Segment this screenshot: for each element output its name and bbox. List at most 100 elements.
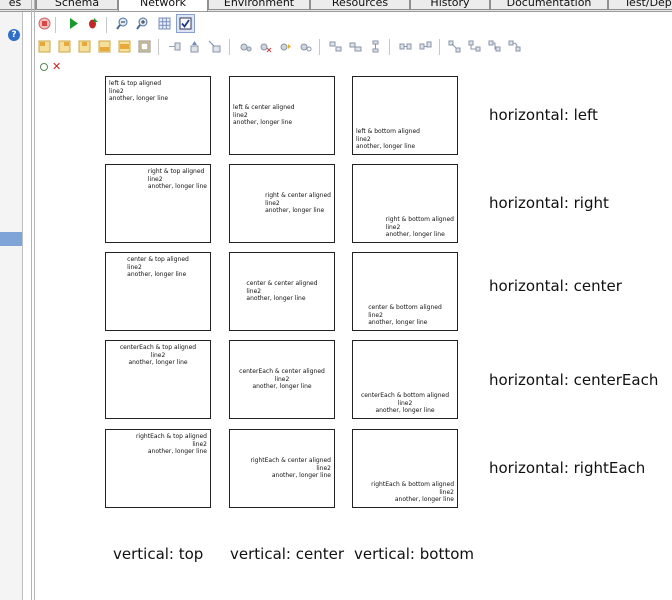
stack-vertical-icon[interactable] bbox=[349, 40, 362, 53]
move-down-icon[interactable] bbox=[208, 40, 221, 53]
text-box-right-bottom[interactable]: right & bottom aligned line2 another, long… bbox=[352, 164, 458, 243]
tab-documentation[interactable]: Documentation bbox=[490, 0, 608, 10]
text-box-centerEach-top[interactable]: centerEach & top aligned line2 another, lo… bbox=[105, 340, 211, 419]
text-line: line2 bbox=[316, 464, 331, 472]
text-block: left & center aligned line2 another, longe… bbox=[233, 104, 295, 127]
add-port-icon[interactable] bbox=[239, 40, 252, 53]
tab-test-dep[interactable]: Test/Dep bbox=[608, 0, 672, 10]
text-line: another, longer line bbox=[127, 271, 187, 279]
zoom-out-icon[interactable] bbox=[116, 17, 129, 30]
text-box-rightEach-top[interactable]: rightEach & top aligned line2 another, lon… bbox=[105, 429, 211, 508]
stop-icon[interactable] bbox=[38, 17, 51, 30]
text-line: another, longer line bbox=[147, 448, 207, 456]
text-block: rightEach & bottom aligned line2 another, … bbox=[371, 481, 454, 504]
toolbar-layout bbox=[36, 37, 672, 57]
align-bottom-icon[interactable] bbox=[98, 40, 111, 53]
text-box-rightEach-bottom[interactable]: rightEach & bottom aligned line2 another, … bbox=[352, 429, 458, 508]
text-box-center-top[interactable]: center & top aligned line2 another, longer… bbox=[105, 252, 211, 331]
row-label-3: horizontal: centerEach bbox=[489, 371, 659, 389]
text-line: line2 bbox=[368, 311, 383, 319]
selected-list-item[interactable] bbox=[0, 232, 22, 246]
text-line: centerEach & top aligned bbox=[119, 344, 197, 351]
tab-schema[interactable]: Schema bbox=[36, 0, 118, 10]
text-block: right & bottom aligned line2 another, long… bbox=[386, 216, 454, 239]
align-top-left-icon[interactable] bbox=[38, 40, 51, 53]
column-label-bottom: vertical: bottom bbox=[354, 545, 474, 563]
text-line: line2 bbox=[233, 111, 248, 119]
tab-network[interactable]: Network bbox=[118, 0, 208, 11]
text-line: another, longer line bbox=[252, 383, 312, 391]
text-box-left-top[interactable]: left & top aligned line2 another, longer l… bbox=[105, 76, 211, 155]
distribute-vertical-icon[interactable] bbox=[419, 40, 432, 53]
text-box-right-top[interactable]: right & top aligned line2 another, longer … bbox=[105, 164, 211, 243]
row-label-2: horizontal: center bbox=[489, 277, 622, 295]
text-block: centerEach & center aligned line2 another,… bbox=[230, 368, 334, 391]
text-block: centerEach & top aligned line2 another, lo… bbox=[106, 344, 210, 367]
align-top-right-icon[interactable] bbox=[58, 40, 71, 53]
text-block: rightEach & top aligned line2 another, lon… bbox=[136, 433, 207, 456]
toolbar-separator bbox=[106, 17, 107, 33]
tab-environment[interactable]: Environment bbox=[208, 0, 310, 10]
zoom-in-icon[interactable] bbox=[136, 17, 149, 30]
text-line: another, longer line bbox=[394, 496, 454, 504]
text-block: right & top aligned line2 another, longer … bbox=[148, 168, 207, 191]
text-line: line2 bbox=[127, 263, 142, 271]
text-block: right & center aligned line2 another, long… bbox=[265, 192, 331, 215]
remove-port-icon[interactable] bbox=[259, 40, 272, 53]
tab-resources[interactable]: Resources bbox=[310, 0, 410, 10]
text-box-right-center[interactable]: right & center aligned line2 another, long… bbox=[229, 164, 335, 243]
text-line: another, longer line bbox=[356, 143, 416, 151]
text-line: line2 bbox=[397, 399, 413, 407]
stack-center-icon[interactable] bbox=[369, 40, 382, 53]
toolbar-separator bbox=[158, 39, 159, 55]
run-icon[interactable] bbox=[67, 17, 80, 30]
connect-port-icon[interactable] bbox=[279, 40, 292, 53]
tab-history[interactable]: History bbox=[410, 0, 490, 10]
align-top-center-icon[interactable] bbox=[78, 40, 91, 53]
splitter-handle[interactable] bbox=[31, 0, 32, 600]
text-line: center & top aligned bbox=[127, 256, 189, 263]
toolbar-separator bbox=[389, 39, 390, 55]
node-select-icon[interactable] bbox=[40, 63, 48, 71]
text-box-center-bottom[interactable]: center & bottom aligned line2 another, lon… bbox=[352, 252, 458, 331]
text-block: centerEach & bottom aligned line2 another,… bbox=[353, 392, 457, 415]
route-curved-icon[interactable] bbox=[508, 40, 521, 53]
align-middle-icon[interactable] bbox=[118, 40, 131, 53]
text-line: centerEach & center aligned bbox=[239, 368, 325, 376]
port-settings-icon[interactable] bbox=[299, 40, 312, 53]
distribute-horizontal-icon[interactable] bbox=[399, 40, 412, 53]
text-line: centerEach & bottom aligned bbox=[360, 392, 450, 400]
close-icon[interactable]: ✕ bbox=[52, 60, 61, 73]
text-line: line2 bbox=[274, 375, 290, 383]
text-line: rightEach & center aligned bbox=[250, 457, 332, 465]
align-fill-icon[interactable] bbox=[138, 40, 151, 53]
text-box-centerEach-center[interactable]: centerEach & center aligned line2 another,… bbox=[229, 340, 335, 419]
text-line: another, longer line bbox=[233, 119, 293, 127]
text-line: line2 bbox=[265, 199, 280, 207]
row-label-1: horizontal: right bbox=[489, 194, 609, 212]
text-line: another, longer line bbox=[368, 319, 428, 327]
text-box-centerEach-bottom[interactable]: centerEach & bottom aligned line2 another,… bbox=[352, 340, 458, 419]
text-line: left & top aligned bbox=[109, 80, 162, 87]
text-line: another, longer line bbox=[385, 231, 445, 239]
text-line: right & top aligned bbox=[147, 168, 205, 175]
row-label-0: horizontal: left bbox=[489, 106, 598, 124]
text-box-center-center[interactable]: center & center aligned line2 another, lon… bbox=[229, 252, 335, 331]
route-link-icon[interactable] bbox=[448, 40, 461, 53]
move-up-icon[interactable] bbox=[188, 40, 201, 53]
stack-horizontal-icon[interactable] bbox=[329, 40, 342, 53]
add-node-icon[interactable] bbox=[168, 40, 181, 53]
toolbar-separator bbox=[439, 39, 440, 55]
text-line: line2 bbox=[385, 223, 401, 231]
text-box-left-center[interactable]: left & center aligned line2 another, longe… bbox=[229, 76, 335, 155]
route-orthogonal-icon[interactable] bbox=[488, 40, 501, 53]
debug-bug-icon[interactable] bbox=[86, 17, 99, 30]
grid-icon[interactable] bbox=[158, 17, 171, 30]
text-line: left & bottom aligned bbox=[356, 128, 420, 136]
text-box-rightEach-center[interactable]: rightEach & center aligned line2 another, … bbox=[229, 429, 335, 508]
help-icon[interactable]: ? bbox=[8, 29, 20, 41]
checkbox-toggle-button[interactable] bbox=[176, 14, 195, 33]
text-line: another, longer line bbox=[147, 183, 207, 191]
text-box-left-bottom[interactable]: left & bottom aligned line2 another, longe… bbox=[352, 76, 458, 155]
route-straight-icon[interactable] bbox=[468, 40, 481, 53]
